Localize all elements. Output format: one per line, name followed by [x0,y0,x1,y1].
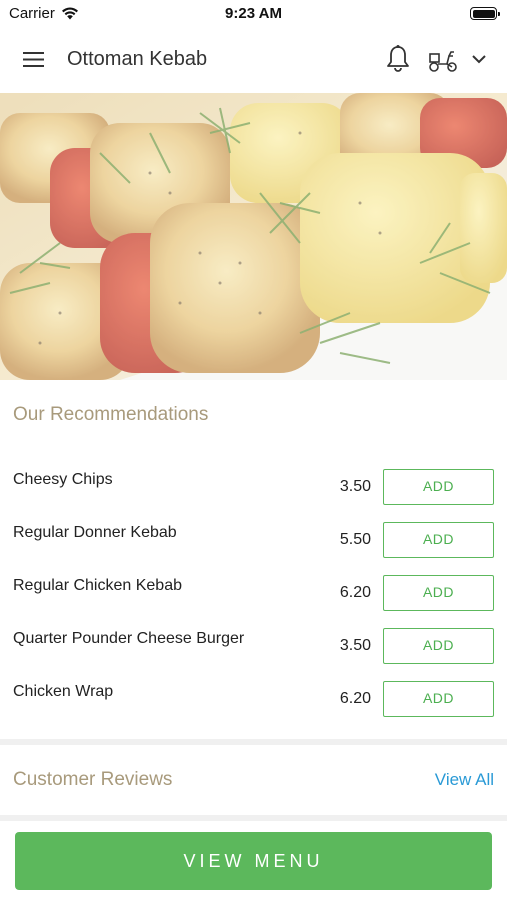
item-price: 3.50 [339,478,371,495]
add-button[interactable]: ADD [383,681,494,717]
item-name: Cheesy Chips [13,471,113,488]
item-name: Quarter Pounder Cheese Burger [13,630,245,647]
status-time: 9:23 AM [225,5,282,22]
hamburger-menu-icon[interactable] [22,51,46,69]
section-divider [0,739,507,745]
hero-image [0,93,507,380]
view-all-link[interactable]: View All [435,770,494,790]
item-name: Regular Donner Kebab [13,524,177,541]
add-button[interactable]: ADD [383,628,494,664]
add-button[interactable]: ADD [383,469,494,505]
item-name: Chicken Wrap [13,683,114,700]
chevron-down-icon[interactable] [470,50,488,68]
item-price: 6.20 [339,584,371,601]
page-title: Ottoman Kebab [67,48,208,70]
scooter-icon[interactable] [427,46,459,74]
item-price: 5.50 [339,531,371,548]
status-bar: Carrier 9:23 AM [0,0,507,28]
bottom-bar: VIEW MENU [0,821,507,900]
item-price: 6.20 [339,690,371,707]
list-item: Cheesy Chips 3.50 ADD [0,469,507,509]
list-item: Regular Chicken Kebab 6.20 ADD [0,575,507,615]
recommendations-title: Our Recommendations [13,404,209,425]
reviews-title: Customer Reviews [13,769,173,790]
kebab-skewers-photo [0,93,507,380]
app-header: Ottoman Kebab [0,28,507,92]
item-name: Regular Chicken Kebab [13,577,182,594]
list-item: Regular Donner Kebab 5.50 ADD [0,522,507,562]
battery-icon [470,7,500,20]
add-button[interactable]: ADD [383,575,494,611]
view-menu-button[interactable]: VIEW MENU [15,832,492,890]
item-price: 3.50 [339,637,371,654]
list-item: Chicken Wrap 6.20 ADD [0,681,507,721]
add-button[interactable]: ADD [383,522,494,558]
bell-icon[interactable] [385,44,411,74]
list-item: Quarter Pounder Cheese Burger 3.50 ADD [0,628,507,668]
